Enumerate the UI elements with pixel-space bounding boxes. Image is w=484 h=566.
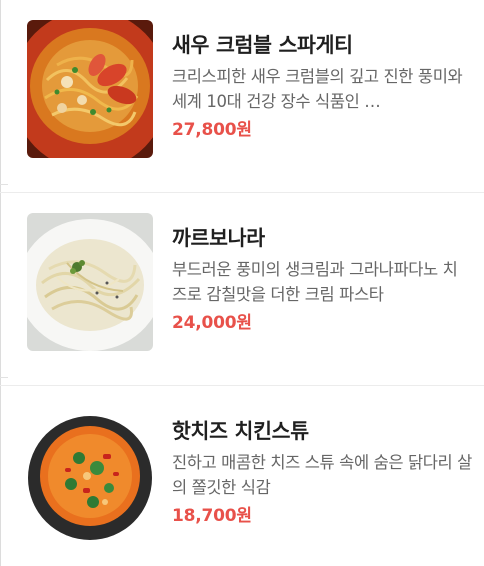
menu-item-carbonara[interactable]: 까르보나라 부드러운 풍미의 생크림과 그라나파다노 치즈로 감칠맛을 더한 크… xyxy=(0,193,484,386)
menu-item-name: 까르보나라 xyxy=(172,226,265,250)
menu-item-price: 24,000원 xyxy=(172,313,252,333)
menu-item-shrimp-spaghetti[interactable]: 새우 크럼블 스파게티 크리스피한 새우 크럼블의 깊고 진한 풍미와 세계 1… xyxy=(0,0,484,193)
menu-item-name: 핫치즈 치킨스튜 xyxy=(172,419,309,443)
chicken-stew-photo[interactable] xyxy=(27,406,153,544)
menu-item-price: 27,800원 xyxy=(172,120,252,140)
menu-item-chicken-stew[interactable]: 핫치즈 치킨스튜 진하고 매콤한 치즈 스튜 속에 숨은 닭다리 살의 쫄깃한 … xyxy=(0,386,484,566)
menu-item-info: 핫치즈 치킨스튜 진하고 매콤한 치즈 스튜 속에 숨은 닭다리 살의 쫄깃한 … xyxy=(172,418,472,528)
menu-item-info: 새우 크럼블 스파게티 크리스피한 새우 크럼블의 깊고 진한 풍미와 세계 1… xyxy=(172,32,472,142)
menu-item-description: 진하고 매콤한 치즈 스튜 속에 숨은 닭다리 살의 쫄깃한 식감 xyxy=(172,453,472,497)
menu-item-name: 새우 크럼블 스파게티 xyxy=(172,33,353,57)
menu-item-description: 크리스피한 새우 크럼블의 깊고 진한 풍미와 세계 10대 건강 장수 식품인… xyxy=(172,67,463,111)
menu-item-description: 부드러운 풍미의 생크림과 그라나파다노 치즈로 감칠맛을 더한 크림 파스타 xyxy=(172,260,458,304)
menu-list: 새우 크럼블 스파게티 크리스피한 새우 크럼블의 깊고 진한 풍미와 세계 1… xyxy=(0,0,484,566)
menu-item-info: 까르보나라 부드러운 풍미의 생크림과 그라나파다노 치즈로 감칠맛을 더한 크… xyxy=(172,225,472,335)
carbonara-photo[interactable] xyxy=(27,213,153,351)
menu-item-price: 18,700원 xyxy=(172,506,252,526)
shrimp-spaghetti-photo[interactable] xyxy=(27,20,153,158)
